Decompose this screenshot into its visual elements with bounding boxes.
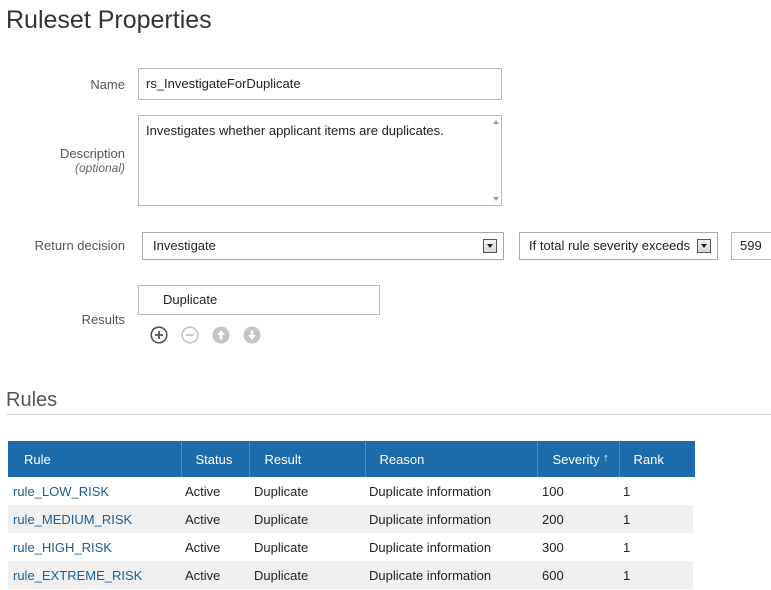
- rule-link[interactable]: rule_HIGH_RISK: [13, 540, 112, 555]
- section-divider: [6, 414, 771, 415]
- rule-link[interactable]: rule_MEDIUM_RISK: [13, 512, 132, 527]
- column-header-status[interactable]: Status: [181, 441, 250, 477]
- column-header-rank[interactable]: Rank: [619, 441, 695, 477]
- return-decision-select[interactable]: Investigate: [142, 232, 504, 260]
- page-title: Ruleset Properties: [6, 6, 212, 34]
- table-row[interactable]: rule_HIGH_RISK Active Duplicate Duplicat…: [8, 533, 693, 561]
- status-cell: Active: [185, 483, 221, 499]
- arrow-down-circle-icon[interactable]: [243, 326, 261, 344]
- rank-cell: 1: [619, 505, 693, 533]
- rules-table: Rule Status Result Reason Severity ↑ Ran…: [8, 441, 695, 589]
- reason-cell: Duplicate information: [365, 505, 537, 533]
- add-circle-icon[interactable]: [150, 326, 168, 344]
- table-row[interactable]: rule_MEDIUM_RISK Active Duplicate Duplic…: [8, 505, 693, 533]
- chevron-down-icon[interactable]: [483, 239, 497, 253]
- name-label: Name: [90, 77, 125, 92]
- severity-cell: 300: [542, 539, 564, 555]
- rank-cell: 1: [623, 539, 631, 555]
- description-textarea[interactable]: Investigates whether applicant items are…: [138, 115, 502, 206]
- condition-select[interactable]: If total rule severity exceeds: [519, 232, 718, 260]
- description-text: Investigates whether applicant items are…: [146, 123, 444, 138]
- table-row[interactable]: rule_LOW_RISK Active Duplicate Duplicate…: [8, 477, 693, 505]
- remove-circle-icon[interactable]: [181, 326, 199, 344]
- description-optional-label: (optional): [74, 161, 125, 175]
- reason-cell: Duplicate information: [369, 539, 492, 555]
- reason-cell: Duplicate information: [369, 483, 492, 499]
- arrow-up-circle-icon[interactable]: [212, 326, 230, 344]
- status-cell: Active: [185, 539, 221, 555]
- column-header-rule[interactable]: Rule: [8, 441, 182, 477]
- severity-cell: 200: [537, 505, 619, 533]
- severity-cell: 600: [537, 561, 619, 589]
- table-row[interactable]: rule_EXTREME_RISK Active Duplicate Dupli…: [8, 561, 693, 589]
- description-label: Description: [59, 146, 125, 161]
- condition-value: If total rule severity exceeds: [529, 238, 691, 253]
- result-cell: Duplicate: [249, 561, 365, 589]
- return-decision-value: Investigate: [153, 238, 216, 253]
- threshold-input[interactable]: 599: [731, 232, 771, 260]
- result-cell: Duplicate: [254, 483, 309, 499]
- column-header-reason[interactable]: Reason: [365, 441, 538, 477]
- results-list-item[interactable]: Duplicate: [163, 292, 217, 307]
- result-cell: Duplicate: [249, 505, 365, 533]
- status-cell: Active: [181, 505, 249, 533]
- table-header-row: Rule Status Result Reason Severity ↑ Ran…: [8, 441, 695, 477]
- severity-cell: 100: [542, 483, 564, 499]
- rank-cell: 1: [623, 483, 631, 499]
- results-list[interactable]: Duplicate: [138, 285, 380, 315]
- name-input[interactable]: rs_InvestigateForDuplicate: [138, 68, 502, 100]
- column-header-severity[interactable]: Severity ↑: [537, 441, 620, 477]
- rank-cell: 1: [619, 561, 693, 589]
- rules-section-title: Rules: [6, 389, 58, 411]
- return-decision-label: Return decision: [34, 238, 125, 253]
- results-label: Results: [81, 312, 125, 327]
- result-cell: Duplicate: [254, 539, 309, 555]
- rule-link[interactable]: rule_EXTREME_RISK: [13, 568, 142, 583]
- sort-ascending-icon: ↑: [603, 451, 609, 464]
- chevron-down-icon[interactable]: [697, 239, 711, 253]
- scroll-up-icon[interactable]: [493, 120, 499, 124]
- scroll-down-icon[interactable]: [493, 197, 499, 201]
- column-header-result[interactable]: Result: [249, 441, 366, 477]
- status-cell: Active: [181, 561, 249, 589]
- reason-cell: Duplicate information: [365, 561, 537, 589]
- rule-link[interactable]: rule_LOW_RISK: [13, 484, 109, 499]
